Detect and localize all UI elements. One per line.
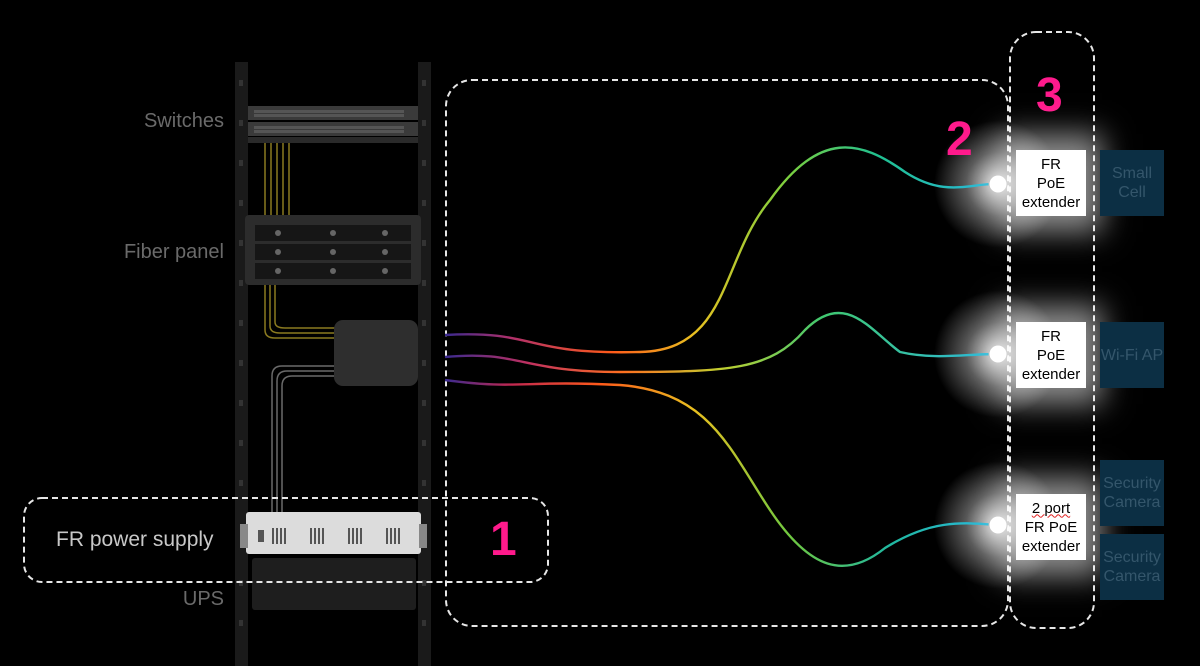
extender-2: FR PoE extender xyxy=(1016,322,1086,388)
zone-3-number: 3 xyxy=(1036,69,1063,122)
extender-1: FR PoE extender xyxy=(1016,150,1086,216)
power-supply-label: FR power supply xyxy=(56,528,214,551)
cable-bottom xyxy=(444,378,999,568)
device-security-camera-2: Security Camera xyxy=(1100,534,1164,600)
device-1-line2: Cell xyxy=(1118,184,1146,201)
fiber-panel xyxy=(245,215,421,285)
extender-2-line1: FR xyxy=(1041,327,1061,345)
extender-2-line2: PoE xyxy=(1036,346,1066,364)
zone-2-number: 2 xyxy=(946,113,973,166)
ups-unit xyxy=(252,558,416,610)
extender-1-line1: FR xyxy=(1041,155,1061,173)
device-1-line1: Small xyxy=(1111,165,1152,182)
zone-2-outline xyxy=(445,79,1009,627)
device-4-line2: Camera xyxy=(1103,568,1161,585)
device-3-line2: Camera xyxy=(1103,494,1161,511)
fiber-panel-label: Fiber panel xyxy=(123,241,224,263)
hybrid-hub xyxy=(334,320,418,386)
connector-mid xyxy=(988,344,1008,364)
switches xyxy=(248,106,418,143)
fr-power-supply-unit xyxy=(240,512,427,554)
ups-label: UPS xyxy=(182,588,224,610)
device-3-line1: Security xyxy=(1103,475,1161,492)
extender-2-line3: extender xyxy=(1021,365,1081,383)
extender-3-line3: extender xyxy=(1021,537,1081,555)
device-security-camera-1: Security Camera xyxy=(1100,460,1164,526)
connector-top xyxy=(988,174,1008,194)
connector-bottom xyxy=(988,515,1008,535)
device-4-line1: Security xyxy=(1103,549,1161,566)
device-wifi-ap: Wi-Fi AP xyxy=(1100,322,1164,388)
device-small-cell: Small Cell xyxy=(1100,150,1164,216)
extender-1-line3: extender xyxy=(1021,193,1081,211)
hybrid-cables xyxy=(444,146,999,568)
power-cables xyxy=(271,365,335,512)
extender-3: 2 port FR PoE extender xyxy=(1016,494,1086,560)
rack xyxy=(235,62,431,666)
extender-3-line1: 2 port xyxy=(1031,499,1071,517)
extender-3-line2: FR PoE xyxy=(1024,518,1078,536)
cable-top xyxy=(444,146,999,354)
zone-1-number: 1 xyxy=(490,513,517,566)
device-2-line1: Wi-Fi AP xyxy=(1100,346,1164,364)
diagram: Switches Fiber panel FR power supply UPS… xyxy=(0,0,1200,666)
extender-1-line2: PoE xyxy=(1036,174,1066,192)
switches-label: Switches xyxy=(143,110,224,132)
